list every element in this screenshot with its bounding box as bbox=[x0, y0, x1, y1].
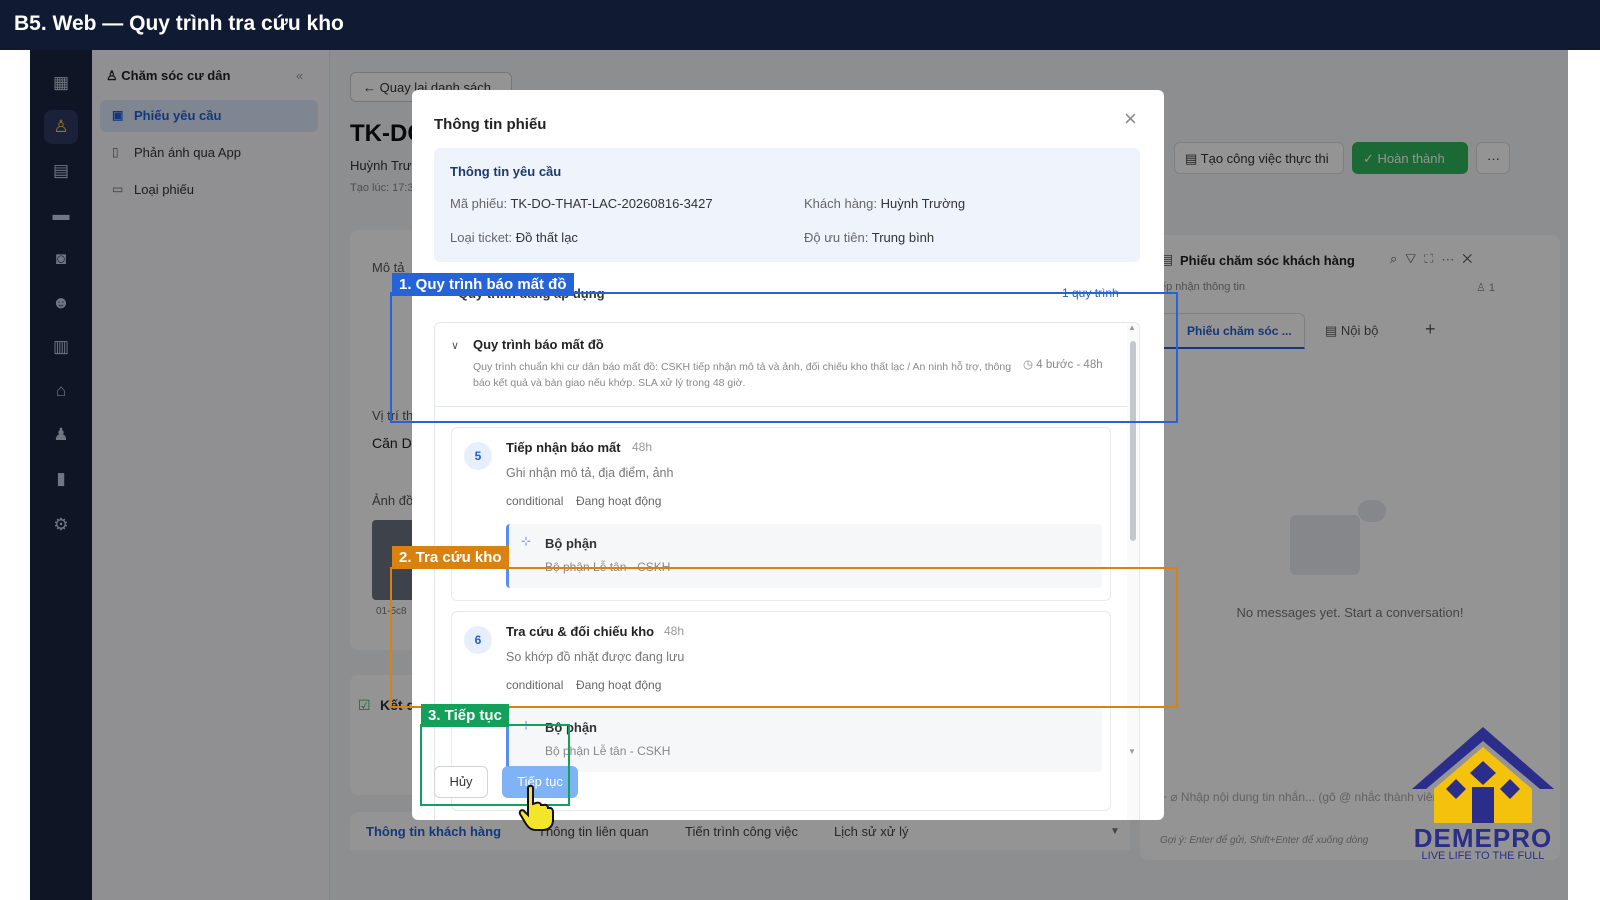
video-title-bar: B5. Web — Quy trình tra cứu kho bbox=[0, 0, 1600, 50]
close-icon[interactable]: × bbox=[1124, 106, 1137, 132]
modal-title: Thông tin phiếu bbox=[434, 116, 547, 133]
ticket-code-label: Mã phiếu: bbox=[450, 196, 508, 211]
annotation-label-process: 1. Quy trình báo mất đồ bbox=[392, 273, 574, 296]
annotation-label-continue: 3. Tiếp tục bbox=[421, 704, 509, 727]
customer-label: Khách hàng: bbox=[804, 196, 878, 211]
hand-cursor-icon bbox=[518, 784, 554, 831]
step-type-tag: conditional bbox=[506, 494, 564, 508]
demepro-logo: DEMEPRO LIVE LIFE TO THE FULL bbox=[1408, 725, 1558, 865]
video-title: B5. Web — Quy trình tra cứu kho bbox=[14, 12, 344, 35]
priority: Độ ưu tiên: Trung bình bbox=[804, 230, 934, 245]
highlight-box-warehouse bbox=[390, 567, 1178, 708]
customer-value: Huỳnh Trường bbox=[880, 196, 966, 211]
department-label: Bộ phận bbox=[545, 536, 597, 551]
step-number: 5 bbox=[464, 442, 492, 470]
step-duration: 48h bbox=[632, 440, 653, 454]
highlight-box-process bbox=[390, 292, 1178, 423]
step-status-tag: Đang hoạt động bbox=[576, 494, 662, 508]
customer: Khách hàng: Huỳnh Trường bbox=[804, 196, 965, 211]
request-info-heading: Thông tin yêu cầu bbox=[450, 164, 562, 179]
ticket-code: Mã phiếu: TK-DO-THAT-LAC-20260816-3427 bbox=[450, 196, 713, 211]
ticket-code-value: TK-DO-THAT-LAC-20260816-3427 bbox=[510, 196, 713, 211]
step-description: Ghi nhận mô tả, địa điểm, ảnh bbox=[506, 466, 674, 480]
annotation-label-warehouse: 2. Tra cứu kho bbox=[392, 546, 509, 569]
priority-label: Độ ưu tiên: bbox=[804, 230, 869, 245]
ticket-type-value: Đồ thất lạc bbox=[515, 230, 578, 245]
ticket-info-modal: Thông tin phiếu × Thông tin yêu cầu Mã p… bbox=[412, 90, 1164, 820]
request-info-box: Thông tin yêu cầu Mã phiếu: TK-DO-THAT-L… bbox=[434, 148, 1140, 262]
house-logo-icon bbox=[1412, 727, 1554, 823]
logo-tagline: LIVE LIFE TO THE FULL bbox=[1421, 850, 1545, 862]
scroll-down-icon[interactable]: ▼ bbox=[1128, 747, 1136, 756]
ticket-type: Loại ticket: Đồ thất lạc bbox=[450, 230, 578, 245]
ticket-type-label: Loại ticket: bbox=[450, 230, 513, 245]
step-title: Tiếp nhận báo mất bbox=[506, 440, 621, 455]
step-department: ⊹ Bộ phận Bộ phận Lễ tân - CSKH bbox=[506, 708, 1102, 772]
org-chart-icon: ⊹ bbox=[521, 534, 532, 548]
priority-value: Trung bình bbox=[871, 230, 935, 245]
